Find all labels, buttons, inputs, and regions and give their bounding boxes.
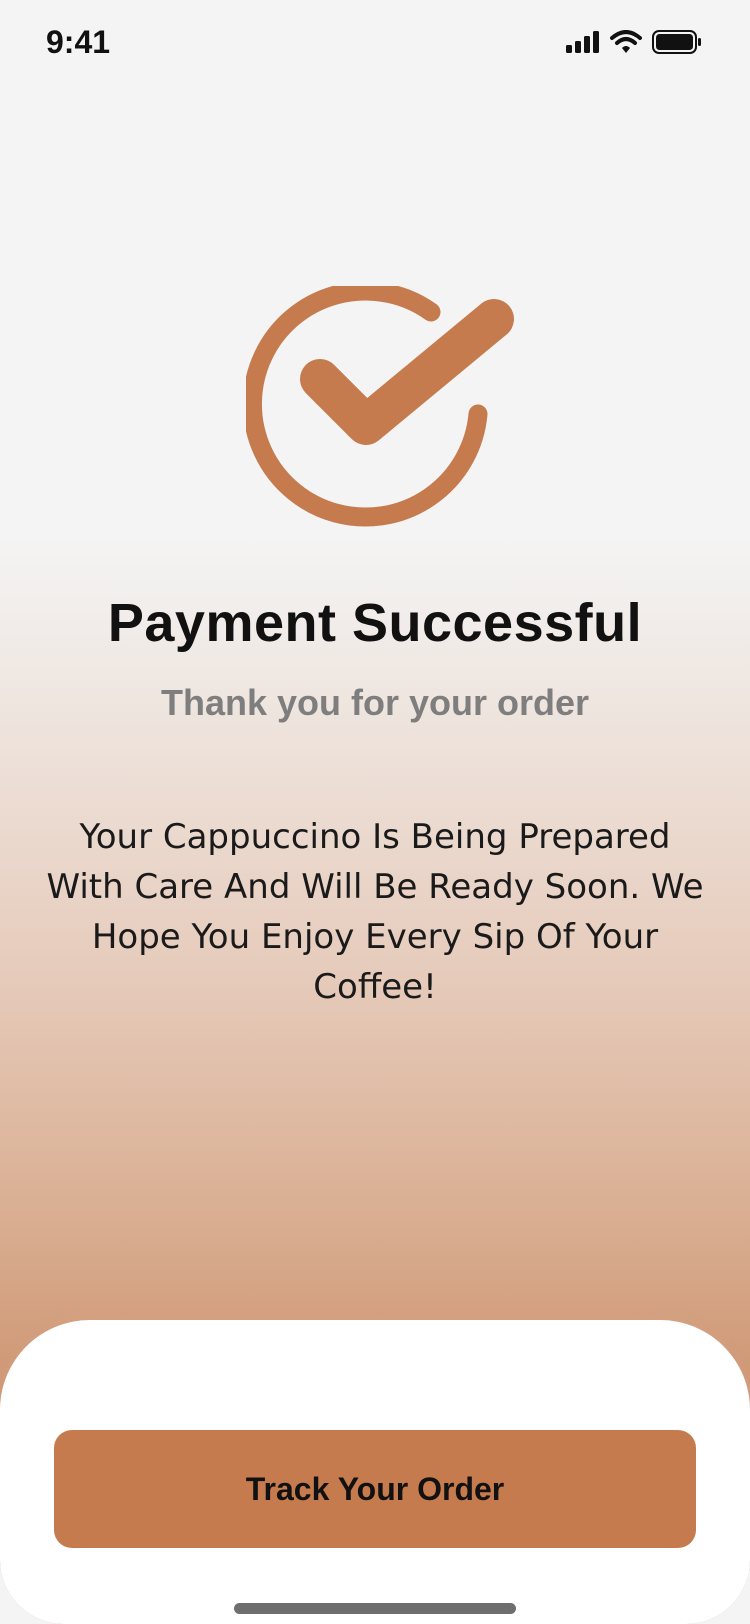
page-title: Payment Successful [107,593,643,653]
status-icons [566,30,702,58]
wifi-icon [610,30,642,58]
bottom-sheet: Track Your Order [0,1320,750,1624]
payment-success-screen: 9:41 Payment Successful Thank you for yo… [0,0,750,1624]
home-indicator[interactable] [234,1603,516,1614]
cellular-signal-icon [566,31,600,57]
battery-icon [652,30,702,58]
order-message: Your Cappuccino Is Being Prepared With C… [46,817,704,1007]
page-subtitle: Thank you for your order [160,682,590,723]
status-bar: 9:41 [0,0,750,90]
track-order-button[interactable]: Track Your Order [54,1430,696,1548]
status-time: 9:41 [46,24,111,60]
check-circle-icon [242,281,516,546]
